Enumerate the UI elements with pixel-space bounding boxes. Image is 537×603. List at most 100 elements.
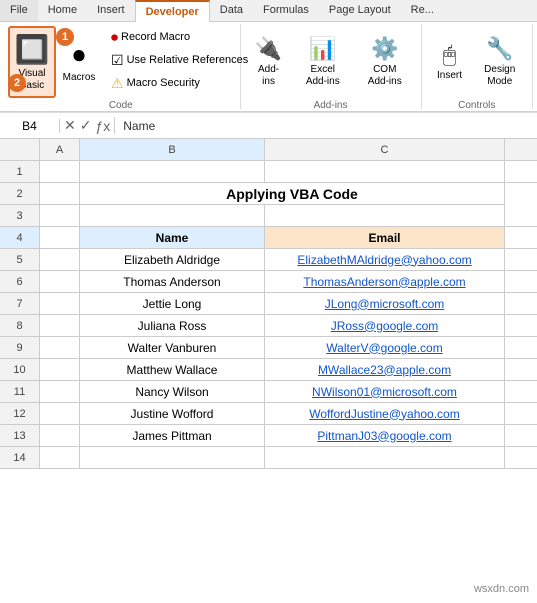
- cell-a7[interactable]: [40, 293, 80, 315]
- tab-formulas[interactable]: Formulas: [253, 0, 319, 21]
- insert-button[interactable]: 🖱 Insert: [428, 26, 472, 98]
- cell-d12[interactable]: [505, 403, 537, 425]
- excel-addins-icon: 📊: [309, 36, 336, 62]
- table-row: 8 Juliana Ross JRoss@google.com: [0, 315, 537, 337]
- cell-b12[interactable]: Justine Wofford: [80, 403, 265, 425]
- cell-d5[interactable]: [505, 249, 537, 271]
- cell-reference-box[interactable]: B4: [0, 119, 60, 133]
- macro-security-label: Macro Security: [127, 77, 200, 89]
- cell-a1[interactable]: [40, 161, 80, 183]
- addins-group: 🔌 Add- ins 📊 Excel Add-ins ⚙️ COM Add-in…: [243, 24, 422, 109]
- cell-d3[interactable]: [505, 205, 537, 227]
- tab-insert[interactable]: Insert: [87, 0, 135, 21]
- cell-b1[interactable]: [80, 161, 265, 183]
- cell-b2[interactable]: Applying VBA Code: [80, 183, 505, 205]
- cell-c5[interactable]: ElizabethMAldridge@yahoo.com: [265, 249, 505, 271]
- macro-security-button[interactable]: ⚠ Macro Security: [106, 72, 253, 94]
- cell-a10[interactable]: [40, 359, 80, 381]
- cell-b3[interactable]: [80, 205, 265, 227]
- cell-a8[interactable]: [40, 315, 80, 337]
- cell-b5[interactable]: Elizabeth Aldridge: [80, 249, 265, 271]
- com-addins-button[interactable]: ⚙️ COM Add-ins: [355, 26, 415, 98]
- cell-c6[interactable]: ThomasAnderson@apple.com: [265, 271, 505, 293]
- excel-addins-button[interactable]: 📊 Excel Add-ins: [293, 26, 353, 98]
- ribbon-content: 🔲 Visual Basic ⏺ Macros ⏺ Record Macro ☑: [0, 22, 537, 112]
- cell-c13[interactable]: PittmanJ03@google.com: [265, 425, 505, 447]
- cell-d11[interactable]: [505, 381, 537, 403]
- cell-b9[interactable]: Walter Vanburen: [80, 337, 265, 359]
- cell-d7[interactable]: [505, 293, 537, 315]
- row-num-13: 13: [0, 425, 40, 447]
- cell-c3[interactable]: [265, 205, 505, 227]
- cell-d10[interactable]: [505, 359, 537, 381]
- col-header-b[interactable]: B: [80, 139, 265, 161]
- cell-c8[interactable]: JRoss@google.com: [265, 315, 505, 337]
- cell-c4[interactable]: Email: [265, 227, 505, 249]
- design-mode-button[interactable]: 🔧 Design Mode: [474, 26, 527, 98]
- cell-c12[interactable]: WoffordJustine@yahoo.com: [265, 403, 505, 425]
- cell-b4[interactable]: Name: [80, 227, 265, 249]
- record-icon: ⏺: [111, 29, 118, 46]
- row-num-9: 9: [0, 337, 40, 359]
- confirm-icon[interactable]: ✓: [80, 117, 92, 134]
- record-macro-button[interactable]: ⏺ Record Macro: [106, 26, 253, 48]
- tab-file[interactable]: File: [0, 0, 38, 21]
- cell-a12[interactable]: [40, 403, 80, 425]
- table-row: 4 Name Email: [0, 227, 537, 249]
- row-num-6: 6: [0, 271, 40, 293]
- cell-d1[interactable]: [505, 161, 537, 183]
- col-header-d[interactable]: D: [505, 139, 537, 161]
- use-relative-button[interactable]: ☑ Use Relative References: [106, 49, 253, 71]
- table-row: 1: [0, 161, 537, 183]
- cell-b14[interactable]: [80, 447, 265, 469]
- code-group-label: Code: [109, 98, 133, 111]
- cell-a13[interactable]: [40, 425, 80, 447]
- row-num-3: 3: [0, 205, 40, 227]
- cell-a11[interactable]: [40, 381, 80, 403]
- design-mode-label: Design Mode: [481, 64, 520, 88]
- cell-c14[interactable]: [265, 447, 505, 469]
- cell-b7[interactable]: Jettie Long: [80, 293, 265, 315]
- cell-c9[interactable]: WalterV@google.com: [265, 337, 505, 359]
- cell-d4[interactable]: [505, 227, 537, 249]
- cell-a2[interactable]: [40, 183, 80, 205]
- tab-home[interactable]: Home: [38, 0, 87, 21]
- cell-b11[interactable]: Nancy Wilson: [80, 381, 265, 403]
- table-row: 10 Matthew Wallace MWallace23@apple.com: [0, 359, 537, 381]
- controls-group: 🖱 Insert 🔧 Design Mode Controls: [424, 24, 534, 109]
- table-row: 2 Applying VBA Code: [0, 183, 537, 205]
- cell-c1[interactable]: [265, 161, 505, 183]
- tab-data[interactable]: Data: [210, 0, 253, 21]
- cell-d6[interactable]: [505, 271, 537, 293]
- tab-more[interactable]: Re...: [401, 0, 444, 21]
- cancel-icon[interactable]: ✕: [64, 117, 76, 134]
- cell-a5[interactable]: [40, 249, 80, 271]
- cell-d9[interactable]: [505, 337, 537, 359]
- addins-button[interactable]: 🔌 Add- ins: [247, 26, 291, 98]
- cell-a4[interactable]: [40, 227, 80, 249]
- tab-page-layout[interactable]: Page Layout: [319, 0, 401, 21]
- cell-d14[interactable]: [505, 447, 537, 469]
- cell-a14[interactable]: [40, 447, 80, 469]
- tab-developer[interactable]: Developer: [135, 0, 210, 22]
- cell-c11[interactable]: NWilson01@microsoft.com: [265, 381, 505, 403]
- cell-b6[interactable]: Thomas Anderson: [80, 271, 265, 293]
- insert-function-icon[interactable]: ƒx: [95, 118, 110, 134]
- code-right-buttons: ⏺ Record Macro ☑ Use Relative References…: [102, 26, 253, 94]
- cell-b8[interactable]: Juliana Ross: [80, 315, 265, 337]
- cell-a6[interactable]: [40, 271, 80, 293]
- cell-c10[interactable]: MWallace23@apple.com: [265, 359, 505, 381]
- row-num-5: 5: [0, 249, 40, 271]
- cell-d8[interactable]: [505, 315, 537, 337]
- cell-c7[interactable]: JLong@microsoft.com: [265, 293, 505, 315]
- col-header-a[interactable]: A: [40, 139, 80, 161]
- cell-b13[interactable]: James Pittman: [80, 425, 265, 447]
- formula-bar: B4 ✕ ✓ ƒx Name: [0, 113, 537, 139]
- col-header-c[interactable]: C: [265, 139, 505, 161]
- cell-a3[interactable]: [40, 205, 80, 227]
- cell-a9[interactable]: [40, 337, 80, 359]
- formula-input[interactable]: Name: [115, 119, 537, 133]
- cell-d13[interactable]: [505, 425, 537, 447]
- spreadsheet: A B C D 1 2 Applying VBA Code 3 4 Name E…: [0, 139, 537, 469]
- cell-b10[interactable]: Matthew Wallace: [80, 359, 265, 381]
